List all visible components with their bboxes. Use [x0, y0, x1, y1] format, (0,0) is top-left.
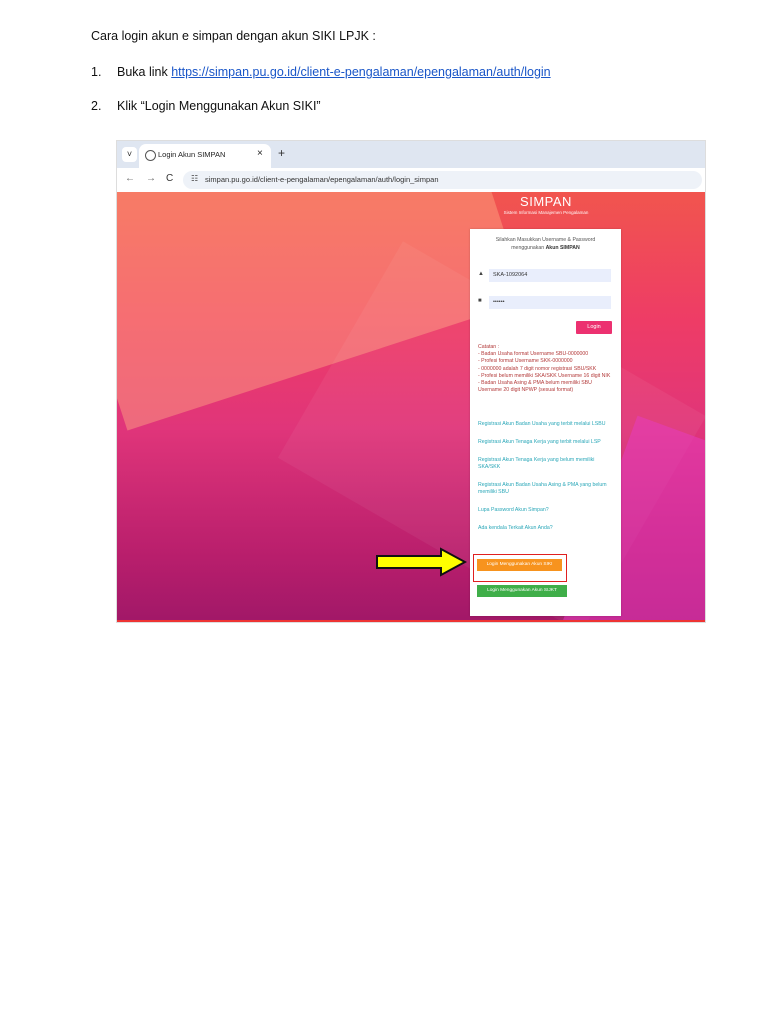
user-icon: ▲ — [478, 271, 484, 277]
new-tab-icon[interactable]: + — [278, 146, 285, 160]
registration-links: Registrasi Akun Badan Usaha yang terbit … — [478, 421, 616, 542]
step-number: 1. — [91, 65, 102, 79]
tab-list-chevron-icon[interactable]: ˅ — [122, 147, 137, 162]
intro-line: menggunakan Akun SIMPAN — [478, 245, 613, 253]
intro-line: Silahkan Masukkan Username & Password — [495, 237, 596, 243]
account-issue-link[interactable]: Ada kendala Terkait Akun Anda? — [478, 525, 616, 532]
step-1: 1. Buka link https://simpan.pu.go.id/clie… — [91, 64, 551, 80]
app-title: SIMPAN — [520, 194, 572, 209]
register-no-ska-link[interactable]: Registrasi Akun Tenaga Kerja yang belum … — [478, 457, 616, 472]
forgot-password-link[interactable]: Lupa Password Akun Simpan? — [478, 507, 616, 514]
brand: SIMPAN Sistem Informasi Manajemen Pengal… — [471, 194, 621, 215]
register-lsp-link[interactable]: Registrasi Akun Tenaga Kerja yang terbit… — [478, 439, 616, 446]
close-icon[interactable]: × — [257, 148, 263, 159]
url-input[interactable]: ☷ simpan.pu.go.id/client-e-pengalaman/ep… — [183, 171, 702, 189]
intro-bold: Akun SIMPAN — [545, 244, 580, 251]
note-line: - Badan Usaha Asing & PMA belum memiliki… — [478, 380, 592, 394]
bottom-border — [117, 620, 705, 622]
lock-icon: ■ — [478, 298, 482, 304]
url-text: simpan.pu.go.id/client-e-pengalaman/epen… — [205, 175, 439, 184]
note-line: - Profesi format Username SKK-0000000 — [478, 358, 573, 365]
note-line: - Profesi belum memiliki SKA/SKK Usernam… — [478, 372, 611, 379]
login-card: Silahkan Masukkan Username & Password me… — [470, 229, 621, 616]
browser-screenshot: ˅ Login Akun SIMPAN × + ← → C ☷ simpan.p… — [117, 141, 705, 622]
address-bar-row: ← → C ☷ simpan.pu.go.id/client-e-pengala… — [117, 168, 705, 192]
step-number: 2. — [91, 99, 102, 113]
username-input[interactable]: SKA-1092064 — [489, 269, 611, 282]
step-text: Klik “Login Menggunakan Akun SIKI” — [117, 99, 321, 113]
forward-arrow-icon[interactable]: → — [146, 173, 156, 184]
app-subtitle: Sistem Informasi Manajemen Pengalaman — [503, 210, 589, 215]
login-instructions: Silahkan Masukkan Username & Password me… — [478, 237, 613, 252]
browser-tab-bar: ˅ Login Akun SIMPAN × + — [117, 141, 705, 168]
step-prefix: Buka link — [117, 65, 172, 79]
reload-icon[interactable]: C — [166, 173, 173, 184]
register-foreign-link[interactable]: Registrasi Akun Badan Usaha Asing & PMA … — [478, 482, 616, 497]
notes: Catatan : - Badan Usaha format Username … — [478, 344, 616, 394]
note-line: Catatan : — [478, 344, 500, 350]
intro-text: menggunakan — [511, 244, 546, 251]
login-button[interactable]: Login — [576, 321, 612, 334]
browser-tab[interactable]: Login Akun SIMPAN × — [139, 144, 271, 168]
simpan-login-link[interactable]: https://simpan.pu.go.id/client-e-pengala… — [171, 65, 550, 79]
simpan-login-page: SIMPAN Sistem Informasi Manajemen Pengal… — [117, 192, 705, 622]
note-line: - 0000000 adalah 7 digit nomor registras… — [478, 365, 597, 372]
password-input[interactable]: •••••• — [489, 296, 611, 309]
login-siki-button[interactable]: Login Menggunakan Akun SIKI — [477, 559, 562, 571]
login-sijkt-button[interactable]: Login Menggunakan Akun SIJKT — [477, 585, 567, 597]
pointer-arrow-icon — [376, 547, 467, 577]
site-settings-icon[interactable]: ☷ — [191, 174, 198, 183]
document-heading: Cara login akun e simpan dengan akun SIK… — [91, 29, 376, 43]
register-lsbu-link[interactable]: Registrasi Akun Badan Usaha yang terbit … — [478, 421, 616, 428]
globe-icon — [145, 150, 156, 161]
back-arrow-icon[interactable]: ← — [125, 173, 135, 184]
step-2: 2. Klik “Login Menggunakan Akun SIKI” — [91, 98, 321, 114]
tab-title: Login Akun SIMPAN — [158, 150, 226, 159]
note-line: - Badan Usaha format Username SBU-000000… — [478, 351, 589, 358]
